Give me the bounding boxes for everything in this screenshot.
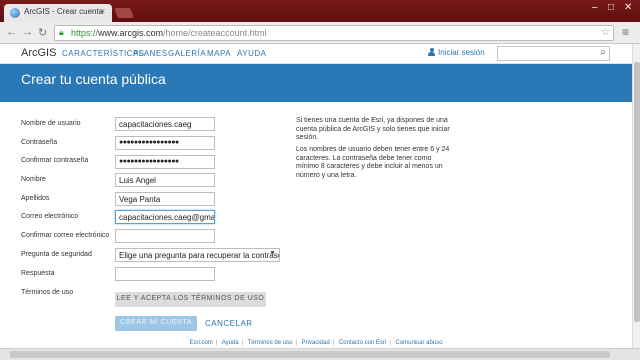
maximize-icon[interactable]: □ [608,2,614,13]
footer-link-privacidad[interactable]: Privacidad [302,340,330,346]
security-question-select[interactable]: Elige una pregunta para recuperar la con… [115,248,280,262]
horizontal-scrollbar[interactable] [0,348,640,360]
email-value: capacitaciones.caeg@gmail [119,213,215,222]
user-icon [428,48,435,56]
footer-link-ayuda[interactable]: Ayuda [222,340,239,346]
nav-planes[interactable]: PLANES [133,49,168,58]
footer-link-terminos[interactable]: Términos de uso [248,340,293,346]
password-label: Contraseña [21,139,58,146]
browser-window: ArcGIS - Crear cuenta × – □ ✕ ← → ↻ 🔒︎ h… [0,0,640,360]
search-input[interactable]: ⌕ [497,46,610,61]
url-scheme: https:// [71,28,99,38]
confirm-email-field[interactable] [115,229,215,243]
url-text: https://www.arcgis.com/home/createaccoun… [71,28,267,38]
bookmark-star-icon[interactable]: ☆ [601,27,610,38]
help-text-requirements: Los nombres de usuario deben tener entre… [296,146,450,179]
chevron-down-icon: ▼ [269,250,276,257]
username-label: Nombre de usuario [21,120,81,127]
security-question-value: Elige una pregunta para recuperar la con… [119,251,280,260]
security-question-label: Pregunta de seguridad [21,251,92,258]
footer-separator: | [389,340,391,346]
footer-link-abuso[interactable]: Comunicar abuso [396,340,443,346]
globe-icon [10,8,20,18]
close-window-icon[interactable]: ✕ [624,2,632,13]
name-label: Nombre [21,176,46,183]
confirm-password-field[interactable]: ●●●●●●●●●●●●●●●● [115,155,215,169]
url-bar[interactable]: 🔒︎ https://www.arcgis.com/home/createacc… [54,25,614,41]
back-icon[interactable]: ← [6,26,17,38]
email-field[interactable]: capacitaciones.caeg@gmail [115,210,215,224]
terms-label: Términos de uso [21,289,74,296]
url-path: /home/createaccount.html [163,28,267,38]
name-field[interactable]: Luis Angel [115,173,215,187]
create-account-button[interactable]: CREAR MI CUENTA [115,316,197,331]
footer-link-contacto[interactable]: Contacto con Esri [339,340,386,346]
cancel-link[interactable]: CANCELAR [205,319,253,328]
lock-icon: 🔒︎ [59,27,64,37]
answer-label: Respuesta [21,270,55,277]
browser-menu-icon[interactable]: ≡ [622,25,629,39]
vertical-scroll-thumb[interactable] [634,62,640,322]
password-field[interactable]: ●●●●●●●●●●●●●●●● [115,136,215,150]
close-tab-icon[interactable]: × [100,6,105,16]
footer-link-esri[interactable]: Esri.com [189,340,212,346]
page-title: Crear tu cuenta pública [21,71,166,87]
browser-tab[interactable]: ArcGIS - Crear cuenta × [4,4,112,22]
url-host: www.arcgis.com [98,28,164,38]
email-label: Correo electrónico [21,213,79,220]
vertical-scrollbar[interactable] [632,44,640,348]
confirm-email-label: Confirmar correo electrónico [21,232,110,239]
horizontal-scroll-thumb[interactable] [10,351,610,358]
username-field[interactable]: capacitaciones.caeg [115,117,215,131]
footer-separator: | [332,340,335,346]
footer-separator: | [295,340,297,346]
arcgis-logo[interactable]: ArcGIS [21,47,56,59]
footer-separator: | [215,340,218,346]
signin-link[interactable]: Iniciar sesión [428,48,485,57]
accept-terms-button[interactable]: LEE Y ACEPTA LOS TÉRMINOS DE USO [115,292,266,307]
nav-mapa[interactable]: MAPA [207,49,231,58]
footer-links: Esri.com | Ayuda | Términos de uso | Privac… [0,340,632,348]
reload-icon[interactable]: ↻ [38,26,47,39]
tab-strip: ArcGIS - Crear cuenta × – □ ✕ [0,0,640,22]
nav-galeria[interactable]: GALERÍA [168,49,206,58]
address-toolbar: ← → ↻ 🔒︎ https://www.arcgis.com/home/cre… [0,22,640,44]
minimize-icon[interactable]: – [592,2,598,13]
new-tab-button[interactable] [114,8,134,18]
confirm-password-label: Confirmar contraseña [21,157,89,164]
signin-label: Iniciar sesión [438,48,485,57]
help-text-esri-account: Si tienes una cuenta de Esri, ya dispone… [296,117,450,141]
lastname-field[interactable]: Vega Panta [115,192,215,206]
lastname-label: Apellidos [21,195,50,202]
page-banner: Crear tu cuenta pública [0,64,632,102]
site-header: ArcGIS CARACTERÍSTICAS PLANES GALERÍA MA… [0,44,632,64]
forward-icon[interactable]: → [22,26,33,38]
footer-separator: | [241,340,244,346]
tab-title: ArcGIS - Crear cuenta [24,7,104,16]
answer-field[interactable] [115,267,215,281]
search-icon[interactable]: ⌕ [600,47,606,58]
nav-ayuda[interactable]: AYUDA [237,49,266,58]
